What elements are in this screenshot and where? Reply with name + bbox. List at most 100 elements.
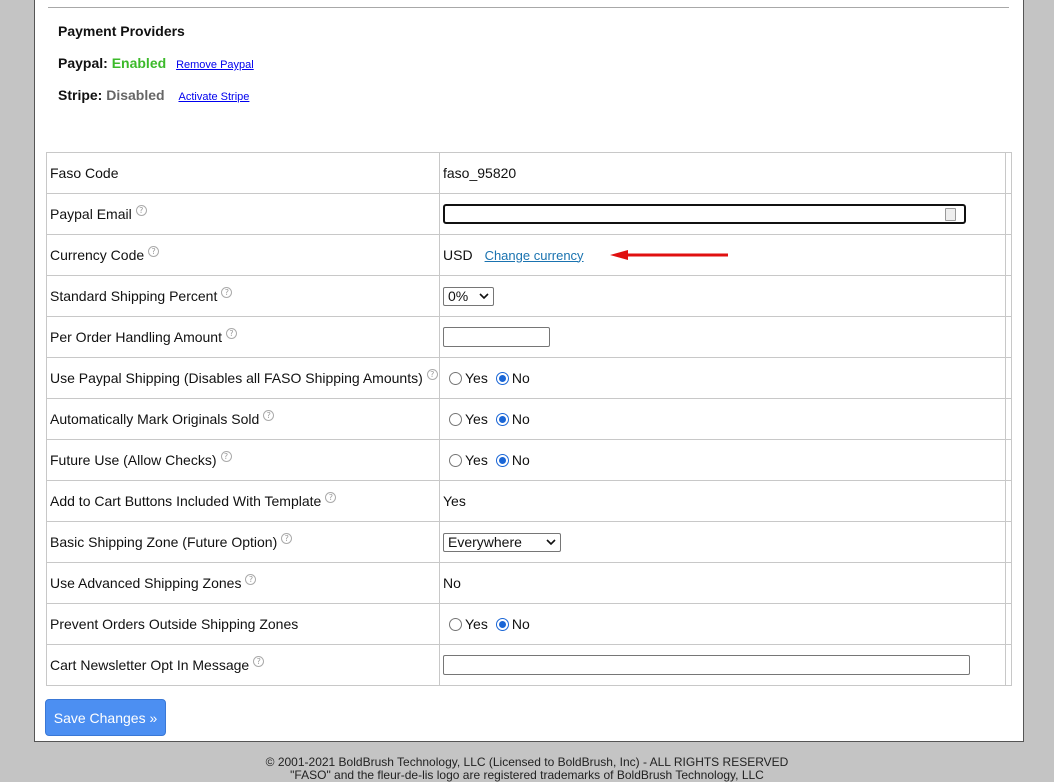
stripe-provider-row: Stripe: Disabled Activate Stripe (58, 87, 249, 103)
cart-buttons-value: Yes (443, 493, 466, 509)
payment-providers-title: Payment Providers (58, 23, 185, 39)
remove-paypal-link[interactable]: Remove Paypal (176, 59, 254, 71)
help-icon[interactable]: ? (220, 450, 232, 462)
table-right-border (1005, 152, 1006, 686)
table-row: Prevent Orders Outside Shipping Zones Ye… (47, 604, 1011, 645)
help-icon[interactable]: ? (225, 327, 237, 339)
row-label: Future Use (Allow Checks)? (47, 440, 440, 480)
red-arrow-annotation (609, 250, 728, 260)
table-row: Future Use (Allow Checks)? Yes No (47, 440, 1011, 481)
table-row: Automatically Mark Originals Sold? Yes N… (47, 399, 1011, 440)
help-icon[interactable]: ? (245, 573, 257, 585)
advanced-zones-value: No (443, 575, 461, 591)
radio-no-label: No (511, 411, 530, 427)
settings-table: Faso Code faso_95820 Paypal Email? Curre… (46, 152, 1012, 686)
row-value (440, 317, 1011, 357)
radio-no-label: No (511, 616, 530, 632)
shipping-zone-value: Everywhere (448, 534, 522, 550)
table-row: Standard Shipping Percent? 0% (47, 276, 1011, 317)
shipping-zone-select[interactable]: Everywhere (443, 532, 561, 552)
row-label: Standard Shipping Percent? (47, 276, 440, 316)
chevron-down-icon (546, 538, 556, 545)
paypal-provider-row: Paypal: Enabled Remove Paypal (58, 55, 254, 71)
table-row: Currency Code? USD Change currency (47, 235, 1011, 276)
newsletter-message-input[interactable] (443, 655, 970, 675)
table-row: Per Order Handling Amount? (47, 317, 1011, 358)
row-label: Basic Shipping Zone (Future Option)? (47, 522, 440, 562)
row-label-text: Prevent Orders Outside Shipping Zones (50, 616, 299, 632)
footer: © 2001-2021 BoldBrush Technology, LLC (L… (0, 756, 1054, 782)
save-changes-button[interactable]: Save Changes » (45, 699, 166, 736)
row-label: Prevent Orders Outside Shipping Zones (47, 604, 440, 644)
help-icon[interactable]: ? (221, 286, 233, 298)
change-currency-link[interactable]: Change currency (485, 248, 584, 263)
paypal-label: Paypal: (58, 55, 108, 71)
paypal-email-input[interactable] (443, 204, 966, 224)
table-row: Use Paypal Shipping (Disables all FASO S… (47, 358, 1011, 399)
radio-yes[interactable] (449, 453, 462, 467)
currency-value: USD (443, 247, 473, 263)
help-icon[interactable]: ? (263, 409, 275, 421)
radio-no[interactable] (495, 617, 509, 631)
radio-yes[interactable] (449, 617, 462, 631)
table-row: Faso Code faso_95820 (47, 153, 1011, 194)
table-row: Basic Shipping Zone (Future Option)? Eve… (47, 522, 1011, 563)
radio-yes[interactable] (449, 371, 462, 385)
radio-no[interactable] (495, 412, 509, 426)
handling-amount-input[interactable] (443, 327, 550, 347)
row-label: Use Paypal Shipping (Disables all FASO S… (47, 358, 440, 398)
row-label: Per Order Handling Amount? (47, 317, 440, 357)
row-label: Currency Code? (47, 235, 440, 275)
help-icon[interactable]: ? (325, 491, 337, 503)
radio-no-label: No (511, 370, 530, 386)
table-row: Cart Newsletter Opt In Message? (47, 645, 1011, 685)
chevron-down-icon (479, 292, 489, 299)
row-label-text: Cart Newsletter Opt In Message (50, 657, 250, 673)
row-value (440, 645, 1011, 685)
help-icon[interactable]: ? (281, 532, 293, 544)
row-label-text: Automatically Mark Originals Sold (50, 411, 260, 427)
autofill-icon[interactable] (945, 208, 956, 221)
radio-yes-label: Yes (465, 452, 488, 468)
activate-stripe-link[interactable]: Activate Stripe (178, 91, 249, 103)
radio-no[interactable] (495, 371, 509, 385)
row-label: Automatically Mark Originals Sold? (47, 399, 440, 439)
row-label-text: Standard Shipping Percent (50, 288, 218, 304)
settings-panel: Payment Providers Paypal: Enabled Remove… (34, 0, 1024, 742)
row-value: USD Change currency (440, 235, 1011, 275)
help-icon[interactable]: ? (426, 368, 438, 380)
row-value: Yes No (440, 358, 1011, 398)
shipping-percent-value: 0% (448, 288, 469, 304)
table-row: Paypal Email? (47, 194, 1011, 235)
row-label-text: Faso Code (50, 165, 119, 181)
stripe-status: Disabled (106, 87, 165, 103)
help-icon[interactable]: ? (135, 204, 147, 216)
row-value: Yes No (440, 604, 1011, 644)
help-icon[interactable]: ? (253, 655, 265, 667)
row-label-text: Add to Cart Buttons Included With Templa… (50, 493, 322, 509)
row-label: Faso Code (47, 153, 440, 193)
radio-no[interactable] (495, 453, 509, 467)
trademark-text: "FASO" and the fleur-de-lis logo are reg… (290, 768, 764, 782)
faso-code-value: faso_95820 (443, 165, 517, 181)
help-icon[interactable]: ? (148, 245, 160, 257)
radio-yes[interactable] (449, 412, 462, 426)
table-row: Add to Cart Buttons Included With Templa… (47, 481, 1011, 522)
radio-no-label: No (511, 452, 530, 468)
row-label: Add to Cart Buttons Included With Templa… (47, 481, 440, 521)
radio-yes-label: Yes (465, 616, 488, 632)
paypal-status: Enabled (111, 55, 167, 71)
row-label-text: Currency Code (50, 247, 145, 263)
row-value: 0% (440, 276, 1011, 316)
row-label-text: Use Paypal Shipping (Disables all FASO S… (50, 370, 423, 386)
row-label: Use Advanced Shipping Zones? (47, 563, 440, 603)
shipping-percent-select[interactable]: 0% (443, 286, 494, 306)
row-label-text: Basic Shipping Zone (Future Option) (50, 534, 278, 550)
row-label-text: Future Use (Allow Checks) (50, 452, 217, 468)
top-divider (48, 7, 1009, 8)
stripe-label: Stripe: (58, 87, 103, 103)
row-value: Yes No (440, 440, 1011, 480)
row-label-text: Use Advanced Shipping Zones (50, 575, 242, 591)
row-value (440, 194, 1011, 234)
row-value: Yes No (440, 399, 1011, 439)
